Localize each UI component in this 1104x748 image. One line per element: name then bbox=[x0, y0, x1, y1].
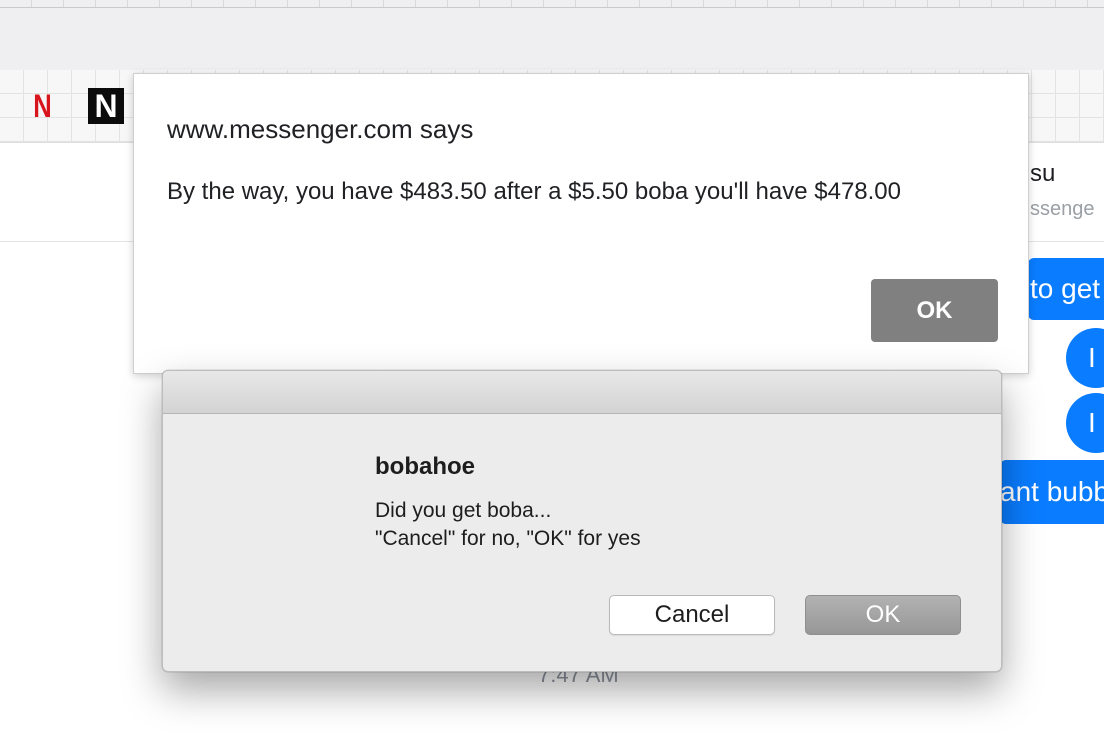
message-bubble[interactable]: I bbox=[1066, 328, 1104, 388]
ok-button[interactable]: OK bbox=[805, 595, 961, 635]
message-bubble[interactable]: I bbox=[1066, 393, 1104, 453]
confirm-dialog: bobahoe Did you get boba... "Cancel" for… bbox=[162, 370, 1002, 672]
message-bubble[interactable]: ant bubb bbox=[1000, 460, 1104, 524]
message-bubble[interactable]: to get bbox=[1028, 258, 1104, 320]
alert-dialog: www.messenger.com says By the way, you h… bbox=[133, 73, 1029, 374]
cancel-button[interactable]: Cancel bbox=[609, 595, 775, 635]
alert-message: By the way, you have $483.50 after a $5.… bbox=[167, 178, 902, 205]
browser-toolbar bbox=[0, 0, 1104, 70]
alert-origin: www.messenger.com says bbox=[167, 114, 474, 144]
netflix-n-series-bookmark-icon[interactable]: N bbox=[88, 88, 124, 124]
dialog-message-line-1: Did you get boba... bbox=[375, 499, 552, 522]
contact-name[interactable]: su bbox=[1030, 160, 1055, 188]
dialog-title: bobahoe bbox=[375, 453, 475, 480]
alert-ok-button[interactable]: OK bbox=[871, 279, 998, 342]
dialog-message: Did you get boba... "Cancel" for no, "OK… bbox=[375, 497, 641, 553]
dialog-message-line-2: "Cancel" for no, "OK" for yes bbox=[375, 527, 641, 550]
netflix-bookmark-icon[interactable]: N bbox=[33, 90, 51, 122]
dialog-titlebar[interactable] bbox=[163, 371, 1001, 414]
contact-subtitle: ssenge bbox=[1030, 198, 1095, 220]
